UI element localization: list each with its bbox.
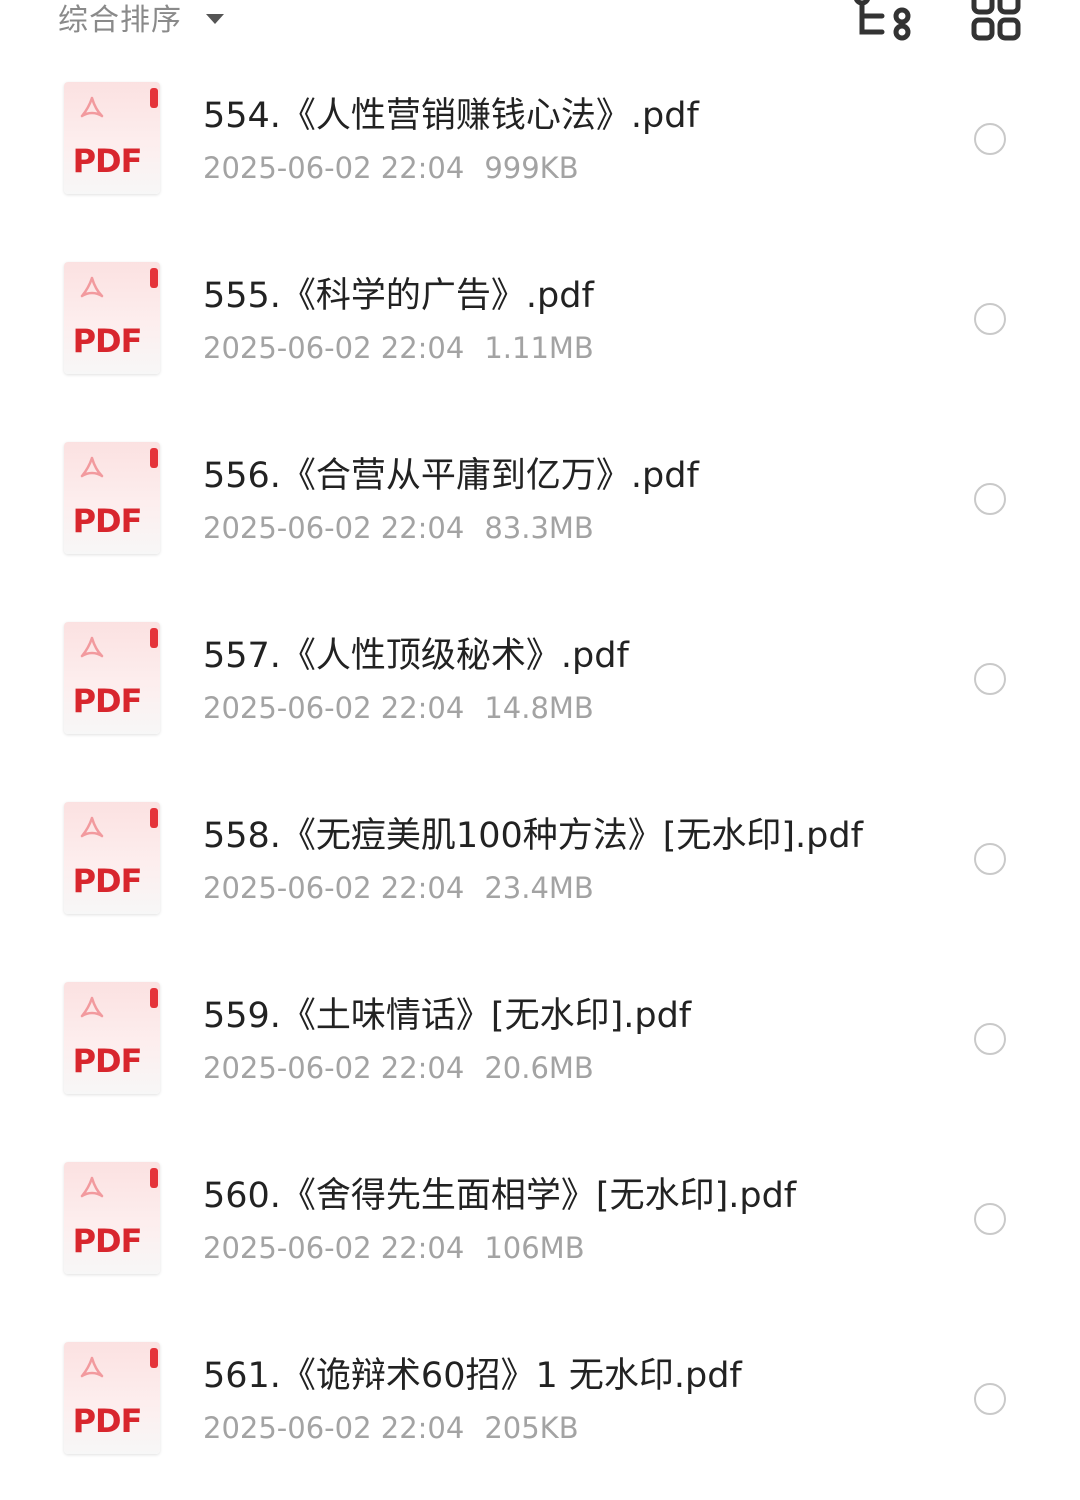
pdf-file-icon: PDF	[64, 442, 160, 554]
pdf-type-label: PDF	[72, 502, 143, 540]
file-row[interactable]: PDF 555.《科学的广告》.pdf 2025-06-02 22:04 1.11…	[0, 240, 1080, 420]
file-name: 558.《无痘美肌100种方法》[无水印].pdf	[203, 816, 863, 856]
pdf-file-icon: PDF	[64, 982, 160, 1094]
file-name: 556.《合营从平庸到亿万》.pdf	[203, 456, 699, 496]
select-radio[interactable]	[974, 1383, 1006, 1415]
file-meta: 2025-06-02 22:04 999KB	[203, 148, 579, 188]
pdf-type-label: PDF	[72, 322, 143, 360]
file-size: 106MB	[484, 1231, 585, 1265]
select-radio[interactable]	[974, 1023, 1006, 1055]
file-meta: 2025-06-02 22:04 14.8MB	[203, 688, 594, 728]
file-row[interactable]: PDF 559.《土味情话》[无水印].pdf 2025-06-02 22:04…	[0, 960, 1080, 1140]
pdf-type-label: PDF	[72, 142, 143, 180]
file-meta: 2025-06-02 22:04 205KB	[203, 1408, 579, 1448]
acrobat-icon	[80, 996, 104, 1018]
acrobat-icon	[80, 816, 104, 838]
file-row[interactable]: PDF 557.《人性顶级秘术》.pdf 2025-06-02 22:04 14.…	[0, 600, 1080, 780]
file-meta: 2025-06-02 22:04 1.11MB	[203, 328, 594, 368]
file-row[interactable]: PDF 556.《合营从平庸到亿万》.pdf 2025-06-02 22:04 8…	[0, 420, 1080, 600]
acrobat-icon	[80, 456, 104, 478]
file-date: 2025-06-02 22:04	[203, 691, 465, 725]
pdf-file-icon: PDF	[64, 262, 160, 374]
pdf-type-label: PDF	[72, 1042, 143, 1080]
file-size: 83.3MB	[484, 511, 594, 545]
toolbar: 综合排序	[0, 0, 1080, 60]
tree-view-icon[interactable]	[852, 0, 912, 44]
pdf-type-label: PDF	[72, 862, 143, 900]
sort-label: 综合排序	[58, 3, 182, 38]
pdf-file-icon: PDF	[64, 1342, 160, 1454]
acrobat-icon	[80, 636, 104, 658]
file-size: 999KB	[484, 151, 579, 185]
select-radio[interactable]	[974, 123, 1006, 155]
file-meta: 2025-06-02 22:04 106MB	[203, 1228, 585, 1268]
acrobat-icon	[80, 1356, 104, 1378]
file-size: 23.4MB	[484, 871, 594, 905]
file-row[interactable]: PDF 554.《人性营销赚钱心法》.pdf 2025-06-02 22:04 9…	[0, 60, 1080, 240]
file-list: PDF 554.《人性营销赚钱心法》.pdf 2025-06-02 22:04 9…	[0, 60, 1080, 1500]
file-size: 14.8MB	[484, 691, 594, 725]
file-date: 2025-06-02 22:04	[203, 1051, 465, 1085]
file-meta: 2025-06-02 22:04 23.4MB	[203, 868, 594, 908]
file-date: 2025-06-02 22:04	[203, 1231, 465, 1265]
file-row[interactable]: PDF 561.《诡辩术60招》1 无水印.pdf 2025-06-02 22:…	[0, 1320, 1080, 1500]
select-radio[interactable]	[974, 303, 1006, 335]
file-size: 1.11MB	[484, 331, 594, 365]
select-radio[interactable]	[974, 1203, 1006, 1235]
file-date: 2025-06-02 22:04	[203, 331, 465, 365]
acrobat-icon	[80, 96, 104, 118]
file-name: 555.《科学的广告》.pdf	[203, 276, 594, 316]
caret-down-icon	[206, 14, 224, 24]
pdf-type-label: PDF	[72, 1402, 143, 1440]
acrobat-icon	[80, 1176, 104, 1198]
file-name: 554.《人性营销赚钱心法》.pdf	[203, 96, 699, 136]
acrobat-icon	[80, 276, 104, 298]
file-name: 559.《土味情话》[无水印].pdf	[203, 996, 692, 1036]
file-date: 2025-06-02 22:04	[203, 151, 465, 185]
file-name: 560.《舍得先生面相学》[无水印].pdf	[203, 1176, 797, 1216]
file-size: 20.6MB	[484, 1051, 594, 1085]
sort-dropdown-button[interactable]: 综合排序	[58, 0, 224, 42]
pdf-file-icon: PDF	[64, 82, 160, 194]
select-radio[interactable]	[974, 663, 1006, 695]
pdf-file-icon: PDF	[64, 1162, 160, 1274]
file-meta: 2025-06-02 22:04 20.6MB	[203, 1048, 594, 1088]
file-row[interactable]: PDF 558.《无痘美肌100种方法》[无水印].pdf 2025-06-02…	[0, 780, 1080, 960]
file-row[interactable]: PDF 560.《舍得先生面相学》[无水印].pdf 2025-06-02 22…	[0, 1140, 1080, 1320]
file-name: 561.《诡辩术60招》1 无水印.pdf	[203, 1356, 742, 1396]
file-meta: 2025-06-02 22:04 83.3MB	[203, 508, 594, 548]
select-radio[interactable]	[974, 483, 1006, 515]
grid-view-icon[interactable]	[970, 0, 1022, 44]
select-radio[interactable]	[974, 843, 1006, 875]
pdf-file-icon: PDF	[64, 622, 160, 734]
file-date: 2025-06-02 22:04	[203, 511, 465, 545]
pdf-type-label: PDF	[72, 1222, 143, 1260]
file-date: 2025-06-02 22:04	[203, 871, 465, 905]
file-name: 557.《人性顶级秘术》.pdf	[203, 636, 629, 676]
pdf-file-icon: PDF	[64, 802, 160, 914]
pdf-type-label: PDF	[72, 682, 143, 720]
